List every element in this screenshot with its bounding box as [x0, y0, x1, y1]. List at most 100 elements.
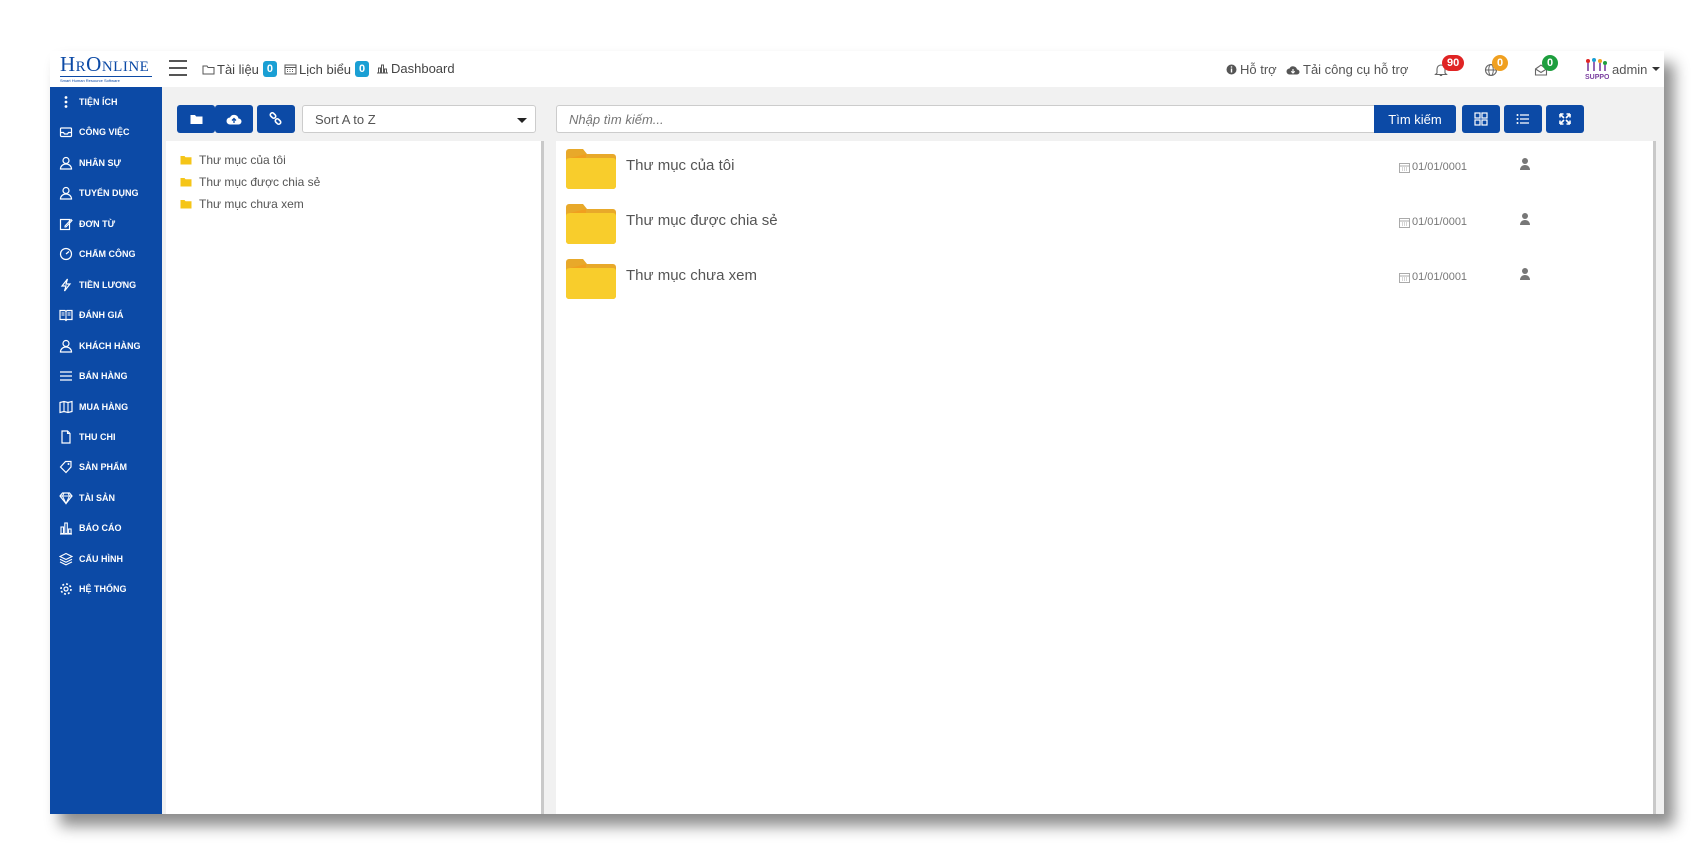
folder-row-my-folders[interactable]: Thư mục của tôi 01/01/0001 — [566, 149, 1636, 199]
cloud-download-icon — [1286, 65, 1300, 74]
folder-row-shared-folders[interactable]: Thư mục được chia sẻ 01/01/0001 — [566, 204, 1636, 254]
cloud-upload-icon — [226, 114, 242, 124]
sidebar-item-cham-cong[interactable]: CHẤM CÔNG — [58, 243, 136, 265]
top-navbar: HrOnline Smart Human Resource Software T… — [50, 51, 1664, 87]
sidebar-item-mua-hang[interactable]: MUA HÀNG — [58, 396, 128, 418]
sidebar-item-label: CẤU HÌNH — [79, 554, 123, 564]
sidebar-item-cau-hinh[interactable]: CẤU HÌNH — [58, 548, 123, 570]
tag-icon — [58, 459, 74, 475]
tree-item-label: Thư mục chưa xem — [199, 197, 304, 211]
globe-count: 0 — [1492, 55, 1509, 71]
logo-text: HrOnline — [60, 52, 150, 76]
sidebar-item-cong-viec[interactable]: CÔNG VIỆC — [58, 121, 130, 143]
tree-item-shared-folders[interactable]: Thư mục được chia sẻ — [180, 175, 320, 189]
edit-icon — [58, 216, 74, 232]
sidebar-item-khach-hang[interactable]: KHÁCH HÀNG — [58, 335, 141, 357]
sidebar-item-label: SẢN PHẨM — [79, 462, 128, 472]
folder-name: Thư mục được chia sẻ — [626, 212, 778, 229]
nav-dashboard-label: Dashboard — [391, 61, 455, 76]
sidebar-item-label: KHÁCH HÀNG — [79, 341, 141, 351]
sort-select-value: Sort A to Z — [315, 112, 376, 127]
sidebar-item-nhan-su[interactable]: NHÂN SỰ — [58, 152, 121, 174]
calendar-icon — [284, 64, 297, 75]
globe-button[interactable]: 0 — [1484, 55, 1509, 79]
upload-button[interactable] — [215, 105, 253, 133]
tree-item-unread-folders[interactable]: Thư mục chưa xem — [180, 197, 304, 211]
sidebar-item-danh-gia[interactable]: ĐÁNH GIÁ — [58, 304, 124, 326]
sidebar-item-label: TÀI SẢN — [79, 493, 115, 503]
new-folder-button[interactable] — [177, 105, 215, 133]
folder-icon — [566, 204, 616, 244]
notifications-button[interactable]: 90 — [1434, 55, 1465, 79]
bolt-icon — [58, 277, 74, 293]
search-input[interactable] — [556, 105, 1374, 133]
bar-chart-icon — [58, 520, 74, 536]
logo[interactable]: HrOnline Smart Human Resource Software — [60, 53, 152, 83]
sidebar-item-label: NHÂN SỰ — [79, 158, 121, 168]
menu-toggle-icon[interactable] — [169, 60, 187, 76]
user-icon — [1520, 213, 1530, 225]
search-button[interactable]: Tìm kiếm — [1374, 105, 1456, 133]
grid-view-button[interactable] — [1462, 105, 1500, 133]
sidebar-item-tien-ich[interactable]: TIỆN ÍCH — [58, 91, 118, 113]
folder-date-value: 01/01/0001 — [1412, 216, 1468, 228]
sidebar-item-tai-san[interactable]: TÀI SẢN — [58, 487, 115, 509]
messages-button[interactable]: 0 — [1534, 55, 1559, 79]
sidebar-item-tuyen-dung[interactable]: TUYỂN DỤNG — [58, 182, 139, 204]
sidebar-item-he-thong[interactable]: HỆ THỐNG — [58, 578, 127, 600]
nav-documents[interactable]: Tài liệu 0 — [202, 61, 278, 77]
sidebar-item-bao-cao[interactable]: BÁO CÁO — [58, 517, 122, 539]
folder-icon — [180, 200, 192, 209]
sidebar-item-don-tu[interactable]: ĐƠN TỪ — [58, 213, 115, 235]
nav-documents-label: Tài liệu — [217, 61, 259, 77]
folder-row-unread-folders[interactable]: Thư mục chưa xem 01/01/0001 — [566, 259, 1636, 309]
sidebar-item-label: BÁN HÀNG — [79, 371, 128, 381]
calendar-badge: 0 — [355, 61, 370, 77]
folder-icon — [566, 259, 616, 299]
sidebar-item-label: TUYỂN DỤNG — [79, 188, 139, 198]
diamond-icon — [58, 490, 74, 506]
messages-count: 0 — [1542, 55, 1559, 71]
dots-vertical-icon — [58, 94, 74, 110]
sidebar-item-label: ĐÁNH GIÁ — [79, 310, 124, 320]
user-icon — [1520, 268, 1530, 280]
folder-date-value: 01/01/0001 — [1412, 161, 1468, 173]
folder-tree-panel: Thư mục của tôi Thư mục được chia sẻ Thư… — [166, 141, 544, 814]
notifications-count: 90 — [1442, 55, 1465, 71]
sidebar-item-ban-hang[interactable]: BÁN HÀNG — [58, 365, 128, 387]
menu-icon — [58, 368, 74, 384]
user-icon — [58, 338, 74, 354]
nav-calendar[interactable]: Lịch biểu 0 — [284, 61, 370, 77]
folder-date: 01/01/0001 — [1399, 271, 1467, 283]
speedometer-icon — [58, 246, 74, 262]
sidebar-item-thu-chi[interactable]: THU CHI — [58, 426, 116, 448]
fullscreen-button[interactable] — [1546, 105, 1584, 133]
gear-icon — [58, 581, 74, 597]
list-view-button[interactable] — [1504, 105, 1542, 133]
app-window: HrOnline Smart Human Resource Software T… — [50, 51, 1664, 814]
sidebar-item-san-pham[interactable]: SẢN PHẨM — [58, 456, 127, 478]
folder-date: 01/01/0001 — [1399, 216, 1467, 228]
expand-icon — [1559, 113, 1571, 125]
sort-select[interactable]: Sort A to Z — [302, 105, 536, 133]
user-name: admin — [1612, 61, 1648, 77]
folder-date: 01/01/0001 — [1399, 161, 1467, 173]
folder-outline-icon — [202, 65, 215, 74]
user-menu[interactable]: SUPPORT admin — [1583, 57, 1661, 81]
sidebar-item-label: CÔNG VIỆC — [79, 127, 130, 137]
sidebar-item-label: BÁO CÁO — [79, 523, 122, 533]
folder-icon — [180, 156, 192, 165]
sidebar-item-label: CHẤM CÔNG — [79, 249, 136, 259]
info-icon — [1226, 64, 1237, 75]
calendar-icon — [1399, 272, 1410, 283]
link-button[interactable] — [257, 105, 295, 133]
sidebar-item-tien-luong[interactable]: TIỀN LƯƠNG — [58, 274, 136, 296]
nav-support[interactable]: Hỗ trợ — [1226, 62, 1277, 77]
nav-support-tool[interactable]: Tải công cụ hỗ trợ — [1286, 62, 1408, 77]
documents-badge: 0 — [262, 61, 278, 77]
bar-chart-icon — [377, 64, 388, 74]
folder-icon — [180, 178, 192, 187]
caret-down-icon — [517, 118, 527, 123]
tree-item-my-folders[interactable]: Thư mục của tôi — [180, 153, 286, 167]
nav-dashboard[interactable]: Dashboard — [376, 61, 455, 76]
